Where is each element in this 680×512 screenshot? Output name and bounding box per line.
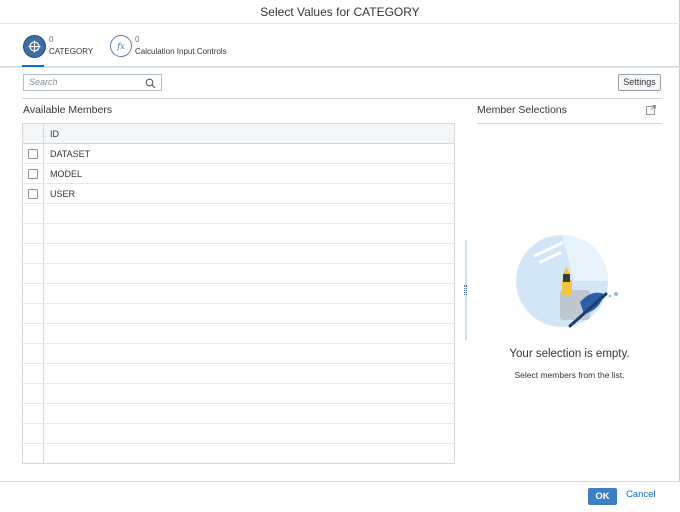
search-placeholder: Search [29, 77, 58, 87]
divider [477, 123, 662, 124]
member-selections-title: Member Selections [477, 104, 567, 116]
settings-button[interactable]: Settings [618, 74, 661, 91]
row-id: MODEL [50, 169, 83, 179]
empty-row [23, 324, 454, 344]
table-row[interactable]: MODEL [23, 164, 454, 184]
empty-row [23, 264, 454, 284]
empty-row [23, 224, 454, 244]
empty-row [23, 444, 454, 464]
tab-category[interactable]: 0 CATEGORY [23, 34, 93, 62]
dialog-title: Select Values for CATEGORY [0, 0, 680, 24]
member-filter-icon [23, 35, 46, 58]
tab-calc-count: 0 [135, 35, 140, 44]
expand-icon[interactable] [646, 105, 656, 115]
row-id: DATASET [50, 149, 91, 159]
empty-selection-subtitle: Select members from the list. [514, 370, 625, 380]
divider [0, 67, 680, 68]
tab-calc-label: Calculation Input Controls [135, 47, 227, 56]
empty-selection-illustration [516, 235, 618, 328]
dialog-footer: OK Cancel [0, 481, 680, 512]
divider [22, 98, 662, 99]
search-input[interactable]: Search [23, 74, 162, 91]
row-checkbox[interactable] [28, 169, 38, 179]
row-id: USER [50, 189, 76, 199]
tab-category-count: 0 [49, 35, 54, 44]
empty-row [23, 344, 454, 364]
table-row[interactable]: USER [23, 184, 454, 204]
empty-row [23, 384, 454, 404]
fx-icon: fx [110, 35, 132, 57]
available-members-table: ID DATASET MODEL USER [22, 123, 455, 464]
select-values-dialog: Select Values for CATEGORY 0 CATEGORY fx… [0, 0, 680, 512]
empty-row [23, 424, 454, 444]
empty-row [23, 204, 454, 224]
splitter-grip-icon[interactable] [464, 285, 467, 295]
tab-category-label: CATEGORY [49, 47, 94, 56]
table-header: ID [23, 124, 454, 144]
cancel-button[interactable]: Cancel [626, 489, 656, 500]
empty-row [23, 404, 454, 424]
empty-row [23, 304, 454, 324]
ok-button[interactable]: OK [588, 488, 617, 505]
empty-row [23, 244, 454, 264]
row-checkbox[interactable] [28, 149, 38, 159]
empty-row [23, 364, 454, 384]
empty-row [23, 284, 454, 304]
search-icon[interactable] [145, 78, 156, 89]
row-checkbox[interactable] [28, 189, 38, 199]
table-row[interactable]: DATASET [23, 144, 454, 164]
tab-strip: 0 CATEGORY fx 0 Calculation Input Contro… [0, 25, 680, 67]
available-members-title: Available Members [23, 104, 113, 116]
empty-selection-title: Your selection is empty. [509, 348, 630, 360]
column-header-id[interactable]: ID [50, 129, 59, 139]
tab-calculation-input-controls[interactable]: fx 0 Calculation Input Controls [110, 34, 227, 62]
